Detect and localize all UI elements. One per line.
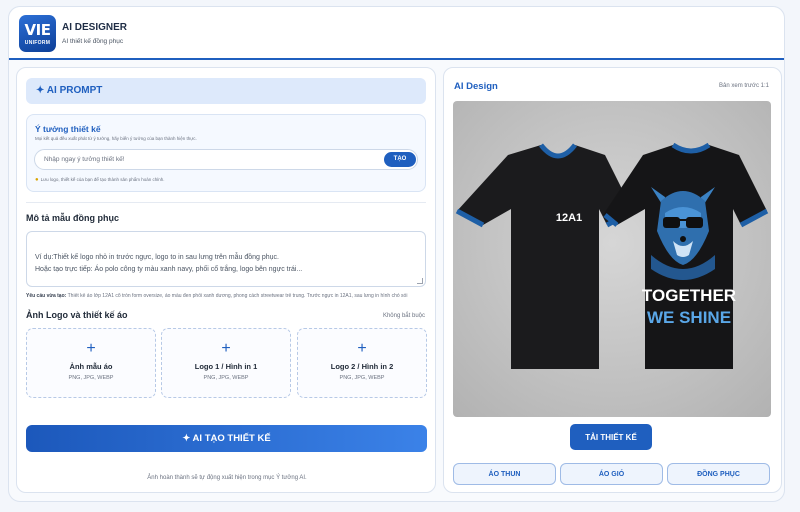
idea-section: Ý tưởng thiết kế Mọi kết quả đều xuất ph… [26,114,426,192]
request-text: Thiết kế áo lớp 12A1 cổ tròn form oversi… [67,293,408,299]
category-uniform-button[interactable]: ĐỒNG PHỤC [667,463,770,485]
preview-ratio-label: Bản xem trước 1:1 [719,83,769,89]
vie-uniform-logo: VIE UNIFORM [19,15,56,52]
app-title: AI DESIGNER [62,22,128,33]
prompt-panel: ✦ AI PROMPT Ý tưởng thiết kế Mọi kết quả… [16,67,436,493]
plus-icon: + [221,340,231,357]
download-design-button[interactable]: TẢI THIẾT KẾ [570,424,652,450]
app-window: VIE UNIFORM AI DESIGNER AI thiết kế đồng… [8,6,785,502]
upload-types: PNG, JPG, WEBP [339,375,385,381]
optional-hint: Không bắt buộc [382,313,425,319]
footer-note: Ảnh hoàn thành sẽ tự động xuất hiện tron… [147,475,307,481]
back-print-line2: WE SHINE [647,308,731,327]
ai-prompt-banner: ✦ AI PROMPT [26,78,426,104]
generated-request: Yêu cầu vừa tạo: Thiết kế áo lớp 12A1 cổ… [26,293,426,299]
upload-logo-2[interactable]: + Logo 2 / Hình in 2 PNG, JPG, WEBP [297,328,427,398]
request-label: Yêu cầu vừa tạo: [26,293,67,299]
description-placeholder: Ví dụ:Thiết kế logo nhỏ in trước ngực, l… [35,254,303,273]
resize-handle[interactable] [417,278,423,284]
front-print-text: 12A1 [556,212,582,224]
back-print-line1: TOGETHER [642,286,736,305]
lightbulb-icon: ● [35,177,39,183]
result-panel: AI Design Bản xem trước 1:1 12A1 TOGETHE… [443,67,782,493]
idea-description: Mọi kết quả đều xuất phát từ ý tưởng, hã… [35,136,197,141]
upload-title: Logo 2 / Hình in 2 [330,362,394,371]
description-textarea[interactable]: Ví dụ:Thiết kế logo nhỏ in trước ngực, l… [26,231,426,287]
uploads-label: Ảnh Logo và thiết kế áo [26,310,128,320]
upload-types: PNG, JPG, WEBP [203,375,249,381]
upload-shirt-image[interactable]: + Ảnh mẫu áo PNG, JPG, WEBP [26,328,156,398]
upload-logo-1[interactable]: + Logo 1 / Hình in 1 PNG, JPG, WEBP [161,328,291,398]
ai-create-design-button[interactable]: ✦ AI TẠO THIẾT KẾ [26,425,427,452]
back-shirt: TOGETHER WE SHINE [603,142,769,369]
create-idea-button[interactable]: TẠO [384,152,416,167]
app-subtitle: AI thiết kế đồng phục [62,38,124,45]
category-jacket-button[interactable]: ÁO GIÓ [560,463,663,485]
ai-design-title: AI Design [454,81,498,92]
tshirt-mockup: 12A1 TOGETHER WE SHINE [455,142,769,369]
idea-input[interactable] [34,149,418,170]
logo-text-vie: VIE [24,21,51,39]
upload-types: PNG, JPG, WEBP [68,375,114,381]
app-header: VIE UNIFORM AI DESIGNER AI thiết kế đồng… [9,7,784,60]
section-divider [26,202,426,203]
category-tshirt-button[interactable]: ÁO THUN [453,463,556,485]
upload-title: Ảnh mẫu áo [69,362,113,371]
idea-note: ● Lưu logo, thiết kế của bạn để tạo thành… [35,177,164,183]
plus-icon: + [357,340,367,357]
front-shirt: 12A1 [455,143,635,369]
upload-title: Logo 1 / Hình in 1 [194,362,258,371]
plus-icon: + [86,340,96,357]
logo-text-uniform: UNIFORM [24,40,51,46]
idea-note-text: Lưu logo, thiết kế của bạn để tạo thành … [40,177,165,182]
design-preview-image: 12A1 TOGETHER WE SHINE [453,101,771,417]
description-label: Mô tả mẫu đồng phục [26,213,119,223]
ai-prompt-label: ✦ AI PROMPT [36,85,103,96]
idea-title: Ý tưởng thiết kế [35,124,101,134]
